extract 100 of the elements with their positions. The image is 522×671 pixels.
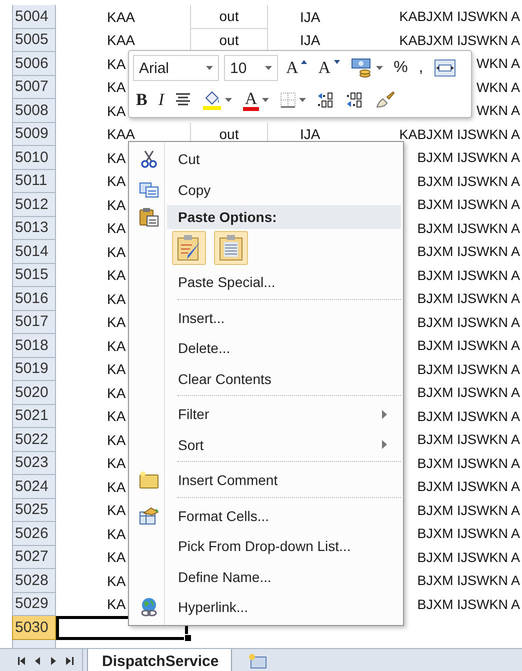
row-header[interactable]: 5027: [12, 546, 56, 569]
table-cell: KAA: [107, 32, 136, 48]
table-cell: KA: [107, 572, 126, 589]
table-cell: KA: [107, 267, 126, 284]
table-cell: IJA: [300, 126, 320, 142]
table-cell: WKN A: [476, 103, 520, 118]
table-cell: out: [219, 32, 239, 48]
table-cell: BJXM IJSWKN A: [417, 456, 520, 471]
table-cell: KA: [107, 196, 126, 213]
font-name-field[interactable]: Arial: [133, 55, 219, 81]
table-cell: KA: [107, 502, 126, 518]
row-header[interactable]: 5011: [12, 170, 56, 193]
table-cell: KA: [107, 526, 126, 542]
menu-item[interactable]: Sort: [131, 430, 401, 460]
table-cell: IJA: [300, 32, 320, 48]
menu-item[interactable]: Filter: [131, 399, 401, 430]
table-cell: KA: [107, 338, 126, 354]
row-header[interactable]: 5007: [12, 76, 56, 99]
table-cell: BJXM IJSWKN A: [417, 573, 520, 588]
menu-item[interactable]: Clear Contents: [131, 364, 401, 394]
table-cell: BJXM IJSWKN A: [417, 526, 520, 542]
table-cell: out: [219, 8, 239, 24]
row-header[interactable]: 5022: [12, 428, 56, 452]
menu-item[interactable]: Format Cells...: [131, 500, 401, 531]
table-cell: BJXM IJSWKN A: [417, 220, 520, 236]
row-header[interactable]: 5004: [12, 5, 56, 28]
table-cell: KA: [107, 244, 126, 260]
row-header[interactable]: 5013: [12, 216, 56, 240]
row-header[interactable]: 5008: [12, 99, 56, 122]
menu-item[interactable]: Copy: [131, 174, 401, 205]
table-cell: KA: [107, 384, 126, 401]
table-cell: KA: [107, 79, 126, 96]
sheet-tab[interactable]: DispatchService: [87, 649, 232, 671]
table-cell: WKN A: [476, 80, 520, 95]
table-cell: BJXM IJSWKN A: [417, 244, 520, 260]
menu-item[interactable]: Delete...: [131, 333, 401, 364]
menu-item[interactable]: Paste Special...: [131, 267, 401, 298]
table-cell: KA: [107, 173, 126, 190]
font-size-field[interactable]: 10: [224, 55, 278, 81]
table-cell: KA: [107, 596, 126, 612]
menu-item[interactable]: Hyperlink...: [131, 592, 401, 622]
row-header[interactable]: 5029: [12, 592, 56, 616]
table-cell: BJXM IJSWKN A: [417, 338, 520, 354]
menu-item[interactable]: Insert Comment: [131, 465, 401, 496]
shrink-font-button[interactable]: A: [315, 55, 343, 81]
table-cell: KABJXM IJSWKN A: [399, 126, 520, 142]
row-header[interactable]: 5024: [12, 475, 56, 498]
menu-item[interactable]: Insert...: [131, 302, 401, 333]
table-cell: BJXM IJSWKN A: [417, 197, 520, 212]
row-header[interactable]: 5018: [12, 334, 56, 358]
table-cell: KA: [107, 361, 126, 378]
italic-button[interactable]: I: [155, 87, 168, 113]
table-cell: KA: [107, 478, 126, 495]
row-header[interactable]: 5014: [12, 240, 56, 264]
table-cell: WKN A: [476, 56, 520, 72]
row-header[interactable]: 5030: [12, 616, 56, 640]
row-header[interactable]: 5010: [12, 146, 56, 170]
menu-item[interactable]: Pick From Drop-down List...: [131, 531, 401, 562]
row-header[interactable]: 5019: [12, 358, 56, 381]
table-cell: KA: [107, 408, 126, 424]
table-cell: BJXM IJSWKN A: [417, 479, 520, 494]
row-header[interactable]: 5012: [12, 193, 56, 216]
table-cell: BJXM IJSWKN A: [417, 268, 520, 283]
table-cell: BJXM IJSWKN A: [417, 314, 520, 330]
percent-button[interactable]: %: [390, 55, 411, 81]
bold-button[interactable]: B: [133, 87, 150, 113]
table-cell: KA: [107, 455, 126, 472]
comma-button[interactable]: ,: [416, 55, 426, 81]
row-header[interactable]: 5017: [12, 310, 56, 334]
table-cell: BJXM IJSWKN A: [417, 432, 520, 448]
table-cell: KA: [107, 220, 126, 236]
row-header[interactable]: 5028: [12, 569, 56, 592]
table-cell: BJXM IJSWKN A: [417, 174, 520, 189]
row-header[interactable]: 5025: [12, 498, 56, 522]
font-color-button[interactable]: A: [240, 87, 272, 113]
menu-item[interactable]: Cut: [131, 144, 401, 174]
row-header[interactable]: 5016: [12, 287, 56, 310]
table-cell: BJXM IJSWKN A: [417, 150, 520, 166]
row-header[interactable]: 5023: [12, 452, 56, 475]
table-cell: BJXM IJSWKN A: [417, 362, 520, 377]
grow-font-button[interactable]: A: [283, 55, 310, 81]
row-header[interactable]: 5006: [12, 52, 56, 76]
table-cell: BJXM IJSWKN A: [417, 596, 520, 612]
row-header[interactable]: 5020: [12, 381, 56, 404]
table-cell: IJA: [300, 8, 320, 25]
table-cell: KA: [107, 432, 126, 448]
table-cell: BJXM IJSWKN A: [417, 502, 520, 518]
menu-item[interactable]: Define Name...: [131, 562, 401, 592]
table-cell: KABJXM IJSWKN A: [399, 9, 520, 24]
row-header[interactable]: 5021: [12, 404, 56, 428]
table-cell: KA: [107, 150, 126, 166]
table-cell: KAA: [107, 8, 136, 25]
table-cell: KA: [107, 549, 126, 566]
table-cell: KAA: [107, 126, 136, 142]
table-cell: BJXM IJSWKN A: [417, 408, 520, 424]
row-header[interactable]: 5005: [12, 28, 56, 52]
table-cell: BJXM IJSWKN A: [417, 385, 520, 400]
row-header[interactable]: 5026: [12, 522, 56, 546]
row-header[interactable]: 5009: [12, 122, 56, 146]
row-header[interactable]: 5015: [12, 264, 56, 287]
